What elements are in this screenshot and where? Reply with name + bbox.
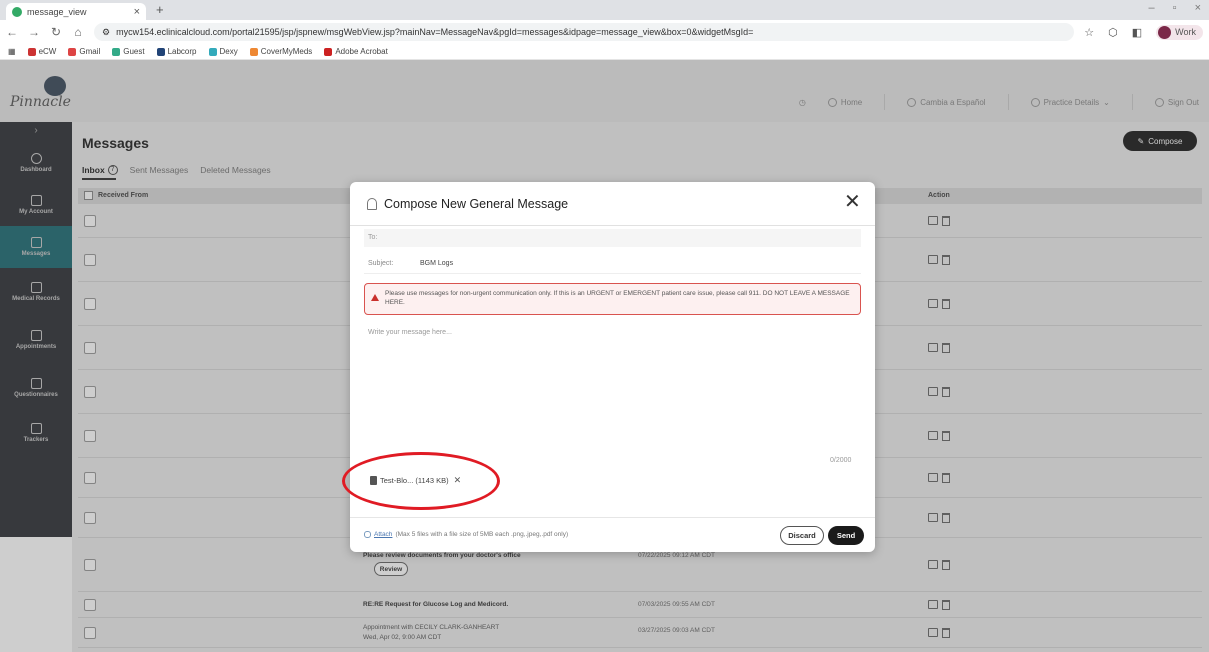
close-window-icon[interactable]: × bbox=[1195, 2, 1201, 14]
site-info-icon[interactable]: ⚙ bbox=[102, 27, 110, 38]
bookmark-icon bbox=[208, 47, 217, 56]
urgent-warning: Please use messages for non-urgent commu… bbox=[364, 283, 861, 315]
favicon-icon bbox=[12, 6, 22, 17]
user-icon bbox=[367, 198, 377, 210]
close-tab-icon[interactable]: × bbox=[134, 6, 140, 18]
back-icon[interactable]: ← bbox=[6, 25, 18, 39]
warning-icon bbox=[371, 294, 379, 301]
bookmark-icon bbox=[112, 47, 121, 56]
attachment-highlight-circle bbox=[342, 452, 500, 510]
close-icon[interactable]: ✕ bbox=[844, 191, 861, 213]
bookmark[interactable]: Labcorp bbox=[156, 47, 197, 56]
avatar bbox=[1158, 25, 1172, 39]
attach-note: (Max 5 files with a file size of 5MB eac… bbox=[395, 531, 569, 538]
modal-title: Compose New General Message bbox=[384, 197, 569, 211]
browser-tab-bar: message_view × + – ▫ × bbox=[0, 0, 1209, 20]
minimize-icon[interactable]: – bbox=[1149, 2, 1155, 14]
bookmark[interactable]: CoverMyMeds bbox=[249, 47, 312, 56]
maximize-icon[interactable]: ▫ bbox=[1173, 2, 1177, 14]
url-text: mycw154.eclinicalcloud.com/portal21595/j… bbox=[116, 27, 754, 37]
acrobat-icon bbox=[324, 47, 333, 56]
apps-icon[interactable]: ▦ bbox=[8, 47, 16, 56]
message-body-field[interactable]: Write your message here... bbox=[368, 329, 452, 336]
forward-icon[interactable]: → bbox=[28, 25, 40, 39]
reload-icon[interactable]: ↻ bbox=[50, 25, 62, 39]
gmail-icon bbox=[68, 47, 77, 56]
paperclip-icon bbox=[364, 531, 371, 538]
bookmark[interactable]: Guest bbox=[112, 47, 145, 56]
bookmark-icon bbox=[156, 47, 165, 56]
bookmark[interactable]: Dexy bbox=[208, 47, 238, 56]
send-button[interactable]: Send bbox=[828, 526, 864, 545]
bookmark[interactable]: Gmail bbox=[68, 47, 100, 56]
tab-title: message_view bbox=[27, 6, 87, 17]
window-controls: – ▫ × bbox=[1149, 2, 1201, 14]
bookmark[interactable]: eCW bbox=[27, 47, 56, 56]
star-icon[interactable]: ☆ bbox=[1084, 26, 1094, 39]
profile-button[interactable]: Work bbox=[1156, 24, 1203, 40]
bookmark-icon bbox=[27, 47, 36, 56]
subject-value: BGM Logs bbox=[420, 260, 454, 267]
toolbar-right: ☆ ⬡ ◧ Work bbox=[1084, 24, 1203, 40]
attach-link[interactable]: Attach (Max 5 files with a file size of … bbox=[364, 531, 568, 538]
discard-button[interactable]: Discard bbox=[780, 526, 824, 545]
extensions-icon[interactable]: ⬡ bbox=[1108, 26, 1118, 39]
to-label: To: bbox=[368, 234, 378, 241]
modal-header: Compose New General Message ✕ bbox=[350, 182, 875, 226]
bookmark[interactable]: Adobe Acrobat bbox=[324, 47, 388, 56]
subject-field[interactable]: Subject: BGM Logs bbox=[364, 254, 861, 274]
modal-footer: Attach (Max 5 files with a file size of … bbox=[350, 517, 875, 552]
new-tab-button[interactable]: + bbox=[156, 2, 164, 17]
warning-text: Please use messages for non-urgent commu… bbox=[385, 290, 850, 306]
split-view-icon[interactable]: ◧ bbox=[1132, 26, 1142, 39]
attach-label: Attach bbox=[374, 531, 393, 538]
subject-label: Subject: bbox=[368, 260, 394, 267]
browser-tab[interactable]: message_view × bbox=[6, 3, 146, 20]
bookmarks-bar: ▦ eCW Gmail Guest Labcorp Dexy CoverMyMe… bbox=[0, 44, 1209, 60]
address-bar-row: ← → ↻ ⌂ ⚙ mycw154.eclinicalcloud.com/por… bbox=[0, 20, 1209, 44]
url-field[interactable]: ⚙ mycw154.eclinicalcloud.com/portal21595… bbox=[94, 23, 1075, 41]
profile-label: Work bbox=[1175, 27, 1196, 37]
to-field[interactable]: To: bbox=[364, 229, 861, 247]
bookmark-icon bbox=[249, 47, 258, 56]
home-icon[interactable]: ⌂ bbox=[72, 25, 84, 39]
char-count: 0/2000 bbox=[830, 457, 852, 464]
